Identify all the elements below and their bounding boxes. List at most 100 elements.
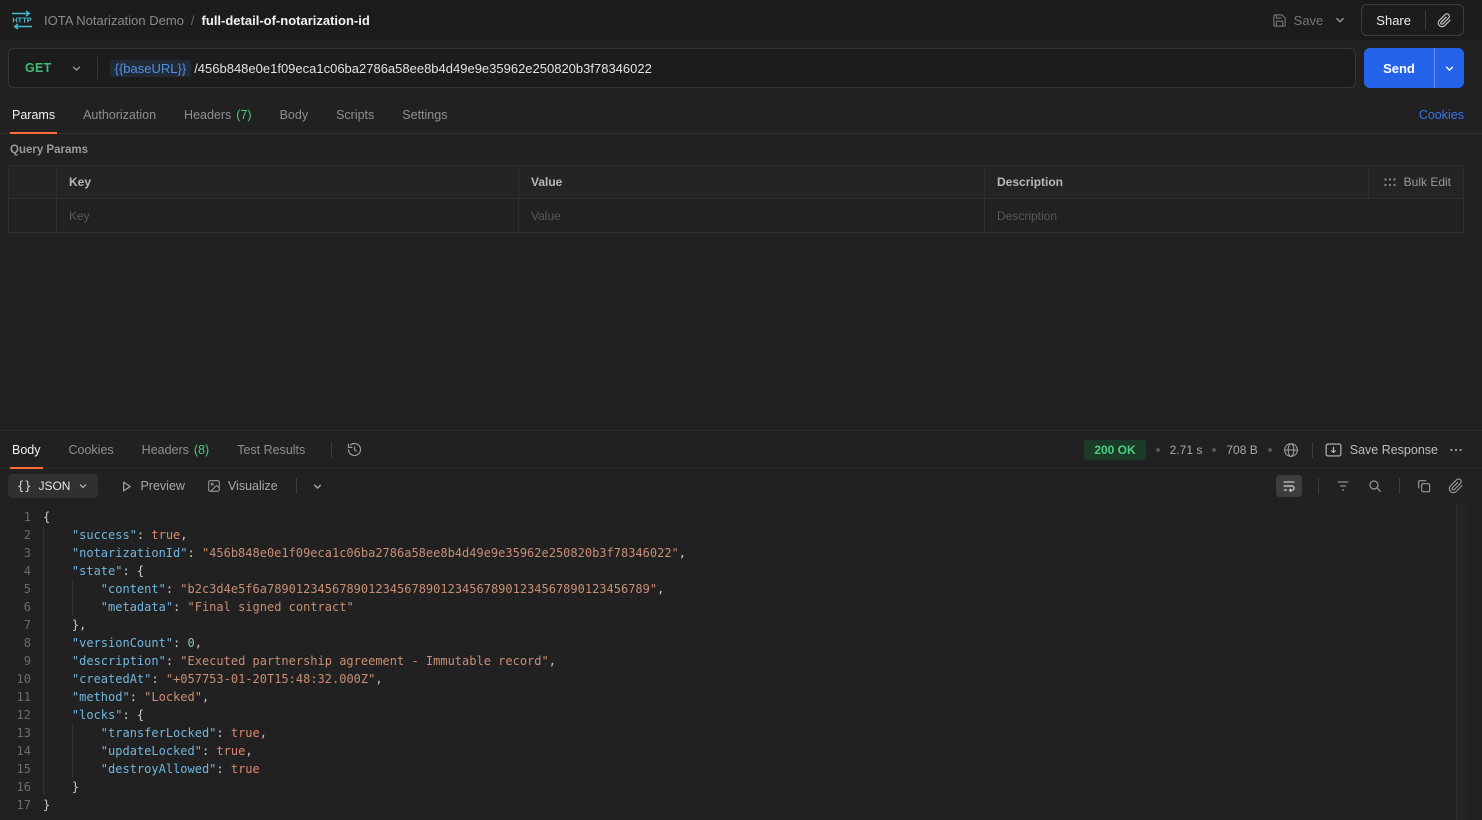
base-url-variable-chip[interactable]: {{baseURL}} [110,60,192,77]
param-description-input[interactable] [997,209,1451,223]
copy-icon[interactable] [1416,478,1432,494]
response-toolbar: {} JSON Preview Visualize [0,469,1482,503]
top-bar: HTTP IOTA Notarization Demo / full-detai… [0,0,1482,40]
breadcrumb-collection[interactable]: IOTA Notarization Demo [44,13,184,28]
vertical-scrollbar[interactable] [1456,503,1468,820]
response-tab-headers[interactable]: Headers (8) [140,431,212,468]
response-pane: Body Cookies Headers (8) Test Results [0,430,1482,820]
code-line: 11"method": "Locked", [0,688,1482,706]
visualize-button[interactable]: Visualize [207,479,278,493]
tab-params[interactable]: Params [10,96,57,133]
copy-link-icon[interactable] [1426,5,1463,35]
send-button-group: Send [1364,48,1464,88]
breadcrumb-request-name: full-detail-of-notarization-id [202,13,370,28]
code-line: 2"success": true, [0,526,1482,544]
code-line: 7}, [0,616,1482,634]
get-link-icon[interactable] [1448,478,1464,494]
params-pane: Query Params Key Value Description Bulk … [0,134,1482,430]
cookies-link[interactable]: Cookies [1419,108,1464,122]
method-selector[interactable]: GET [9,49,97,87]
tab-authorization[interactable]: Authorization [81,96,158,133]
divider [1318,478,1319,494]
tab-label: Test Results [237,443,305,457]
send-button[interactable]: Send [1364,48,1434,88]
param-key-cell [57,199,519,232]
method-label: GET [25,61,52,75]
dot-separator [1156,448,1160,452]
code-line: 5"content": "b2c3d4e5f6a7890123456789012… [0,580,1482,598]
response-more-options-icon[interactable] [1448,442,1464,458]
row-handle-cell [9,199,57,232]
dot-separator [1268,448,1272,452]
search-icon[interactable] [1367,478,1383,494]
tab-label: Scripts [336,108,374,122]
code-line: 14"updateLocked": true, [0,742,1482,760]
code-line: 4"state": { [0,562,1482,580]
code-line: 12"locks": { [0,706,1482,724]
status-badge[interactable]: 200 OK [1084,440,1145,460]
tab-settings[interactable]: Settings [400,96,449,133]
save-button[interactable]: Save [1272,13,1324,28]
tab-headers[interactable]: Headers (7) [182,96,254,133]
share-button[interactable]: Share [1362,5,1425,35]
divider [296,478,297,494]
response-time[interactable]: 2.71 s [1170,443,1203,457]
viewer-toolbar-icons [1276,475,1464,497]
send-options-chevron[interactable] [1434,48,1464,88]
code-line: 15"destroyAllowed": true [0,760,1482,778]
tab-scripts[interactable]: Scripts [334,96,376,133]
floppy-icon [1272,13,1287,28]
save-options-chevron-icon[interactable] [1333,13,1347,27]
breadcrumb-separator: / [191,13,195,28]
filter-icon[interactable] [1335,478,1351,494]
tab-label: Cookies [69,443,114,457]
tab-label: Params [12,108,55,122]
response-headers-count-badge: (8) [194,443,209,457]
preview-label: Preview [140,479,184,493]
save-response-icon [1325,443,1342,457]
response-history-icon[interactable] [346,441,363,458]
tab-label: Body [12,443,41,457]
play-icon [120,480,133,493]
response-format-dropdown[interactable]: {} JSON [8,474,98,498]
save-response-button[interactable]: Save Response [1325,443,1438,457]
tab-body[interactable]: Body [278,96,311,133]
app-window: HTTP IOTA Notarization Demo / full-detai… [0,0,1482,820]
query-params-title: Query Params [10,144,1482,156]
braces-icon: {} [17,479,31,493]
share-button-group: Share [1361,4,1464,36]
json-code-viewer: 1{2"success": true,3"notarizationId": "4… [0,508,1482,814]
url-input[interactable]: {{baseURL}} /456b848e0e1f09eca1c06ba2786… [98,60,1355,77]
viewer-options-chevron-icon[interactable] [311,480,324,493]
headers-count-badge: (7) [236,108,251,122]
svg-text:HTTP: HTTP [12,16,31,25]
divider [331,442,332,458]
code-line: 9"description": "Executed partnership ag… [0,652,1482,670]
response-tab-body[interactable]: Body [10,431,43,468]
image-icon [207,479,221,493]
code-line: 16} [0,778,1482,796]
request-url-row: GET {{baseURL}} /456b848e0e1f09eca1c06ba… [0,40,1482,96]
bulk-edit-label: Bulk Edit [1404,175,1451,189]
param-key-input[interactable] [69,209,506,223]
response-size[interactable]: 708 B [1226,443,1257,457]
breadcrumb: IOTA Notarization Demo / full-detail-of-… [44,13,370,28]
param-value-input[interactable] [531,209,972,223]
tab-label: Settings [402,108,447,122]
format-label: JSON [38,479,70,493]
chevron-down-icon [77,480,89,492]
wrap-lines-icon[interactable] [1276,475,1302,497]
url-path: /456b848e0e1f09eca1c06ba2786a58ee8b4d49e… [194,61,652,76]
network-globe-icon[interactable] [1282,441,1300,459]
response-body-json[interactable]: 1{2"success": true,3"notarizationId": "4… [0,503,1482,820]
response-tab-cookies[interactable]: Cookies [67,431,116,468]
preview-button[interactable]: Preview [120,479,184,493]
response-tab-test-results[interactable]: Test Results [235,431,307,468]
code-line: 1{ [0,508,1482,526]
code-line: 8"versionCount": 0, [0,634,1482,652]
bulk-edit-button[interactable]: Bulk Edit [1369,166,1463,199]
code-line: 13"transferLocked": true, [0,724,1482,742]
dot-separator [1212,448,1216,452]
bulk-edit-icon [1384,178,1396,187]
row-handle-header [9,166,57,199]
